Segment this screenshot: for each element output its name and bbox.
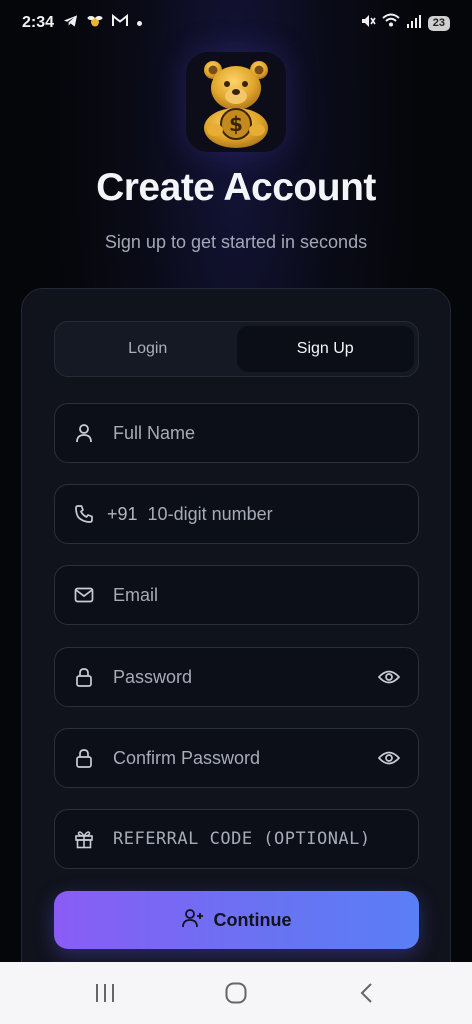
mail-icon bbox=[73, 584, 95, 606]
continue-label: Continue bbox=[213, 909, 292, 930]
email-input[interactable] bbox=[113, 584, 400, 606]
svg-text:$: $ bbox=[229, 112, 243, 136]
referral-field[interactable] bbox=[54, 809, 419, 869]
status-left: 2:34 bbox=[22, 13, 143, 33]
bear-dollar-logo: $ bbox=[204, 61, 268, 148]
country-code: +91 bbox=[107, 503, 138, 524]
status-right: 23 bbox=[360, 13, 450, 34]
password-input[interactable] bbox=[113, 666, 378, 688]
eye-icon[interactable] bbox=[378, 666, 400, 688]
tab-sign-up[interactable]: Sign Up bbox=[236, 326, 414, 372]
signup-card: Login Sign Up +91 bbox=[21, 288, 451, 988]
app-screen: 2:34 23 $ Create Account Sign up to get … bbox=[0, 0, 472, 1024]
phone-input[interactable] bbox=[147, 503, 400, 525]
telegram-icon bbox=[63, 14, 78, 33]
page-title: Create Account bbox=[96, 166, 376, 209]
phone-field[interactable]: +91 bbox=[54, 484, 419, 544]
lock-icon bbox=[73, 666, 95, 688]
phone-icon bbox=[73, 503, 95, 525]
tab-login[interactable]: Login bbox=[59, 326, 237, 372]
full-name-field[interactable] bbox=[54, 403, 419, 463]
status-time: 2:34 bbox=[22, 14, 55, 31]
dot-icon bbox=[137, 20, 143, 26]
password-field[interactable] bbox=[54, 647, 419, 707]
battery-icon: 23 bbox=[427, 15, 450, 31]
confirm-password-input[interactable] bbox=[113, 747, 378, 769]
referral-input[interactable] bbox=[113, 829, 400, 849]
email-field[interactable] bbox=[54, 565, 419, 625]
continue-button[interactable]: Continue bbox=[54, 891, 419, 949]
recents-icon[interactable] bbox=[85, 973, 125, 1013]
eye-icon[interactable] bbox=[378, 747, 400, 769]
bee-icon bbox=[87, 14, 103, 33]
app-logo: $ bbox=[186, 52, 286, 152]
gift-icon bbox=[73, 828, 95, 850]
auth-tabs: Login Sign Up bbox=[54, 321, 419, 377]
lock-icon bbox=[73, 747, 95, 769]
confirm-password-field[interactable] bbox=[54, 728, 419, 788]
system-nav-bar bbox=[0, 962, 472, 1024]
page-subtitle: Sign up to get started in seconds bbox=[104, 232, 368, 252]
full-name-input[interactable] bbox=[113, 422, 400, 444]
status-bar: 2:34 23 bbox=[0, 0, 472, 46]
user-icon bbox=[73, 422, 95, 444]
add-user-icon bbox=[181, 908, 204, 933]
home-icon[interactable] bbox=[216, 973, 256, 1013]
gmail-icon bbox=[112, 13, 129, 32]
signal-icon bbox=[406, 14, 422, 33]
mute-icon bbox=[360, 13, 376, 34]
wifi-icon bbox=[382, 13, 400, 33]
back-icon[interactable] bbox=[347, 973, 387, 1013]
